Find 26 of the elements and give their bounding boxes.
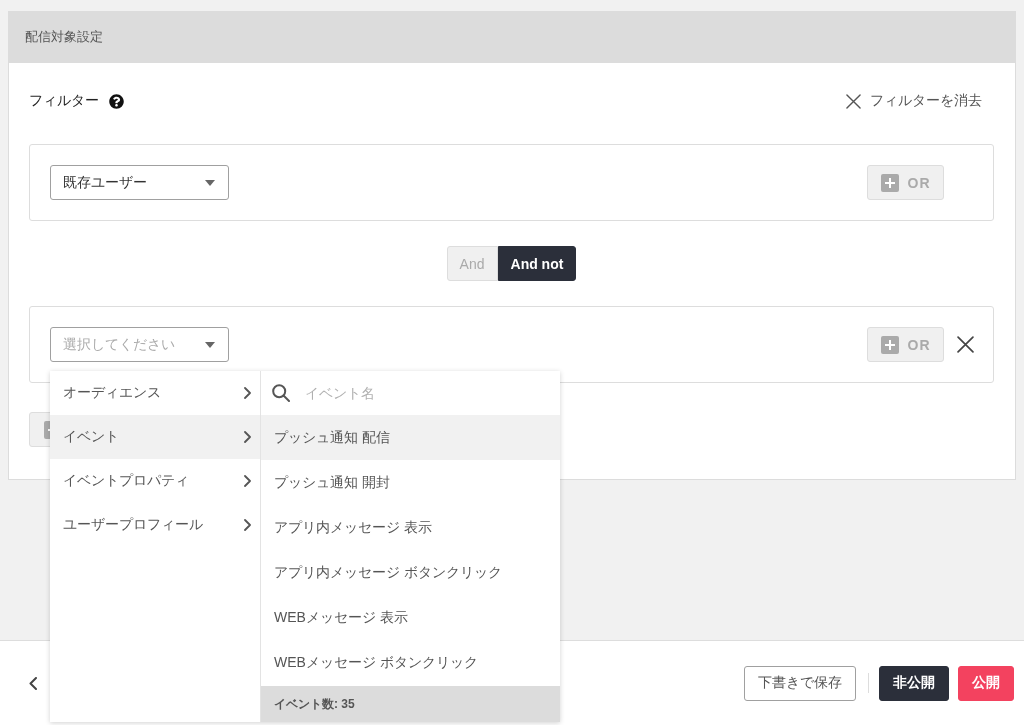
search-icon xyxy=(272,384,290,402)
card-title: 配信対象設定 xyxy=(25,28,103,46)
menu-category[interactable]: イベント xyxy=(50,415,260,459)
caret-icon xyxy=(205,341,215,348)
chevron-right-icon xyxy=(244,387,251,399)
event-option[interactable]: プッシュ通知 配信 xyxy=(261,415,560,460)
danger-action-button[interactable]: 公開 xyxy=(958,665,1014,701)
chevron-right-icon xyxy=(244,519,251,531)
search-field[interactable]: イベント名 xyxy=(305,378,560,408)
plus-icon xyxy=(880,173,899,192)
operator-toggle[interactable]: And not xyxy=(497,246,577,281)
plus-icon xyxy=(880,335,899,354)
chevron-right-icon xyxy=(244,431,251,443)
user-type-select[interactable]: 既存ユーザー xyxy=(50,165,229,200)
close-icon xyxy=(846,93,861,109)
menu-category[interactable]: オーディエンス xyxy=(50,371,260,415)
event-count: イベント数: 35 xyxy=(261,686,560,722)
dark-action-button[interactable]: 非公開 xyxy=(879,665,949,701)
chevron-right-icon xyxy=(244,475,251,487)
caret-icon xyxy=(205,179,215,186)
help-icon[interactable] xyxy=(109,93,124,109)
clear-filter-button[interactable]: フィルターを消去 xyxy=(846,92,982,110)
outline-action-button[interactable]: 下書きで保存 xyxy=(744,665,856,701)
filter-label: フィルター xyxy=(29,92,99,110)
chevron-left-icon[interactable] xyxy=(29,676,37,690)
close-icon[interactable] xyxy=(957,336,974,353)
